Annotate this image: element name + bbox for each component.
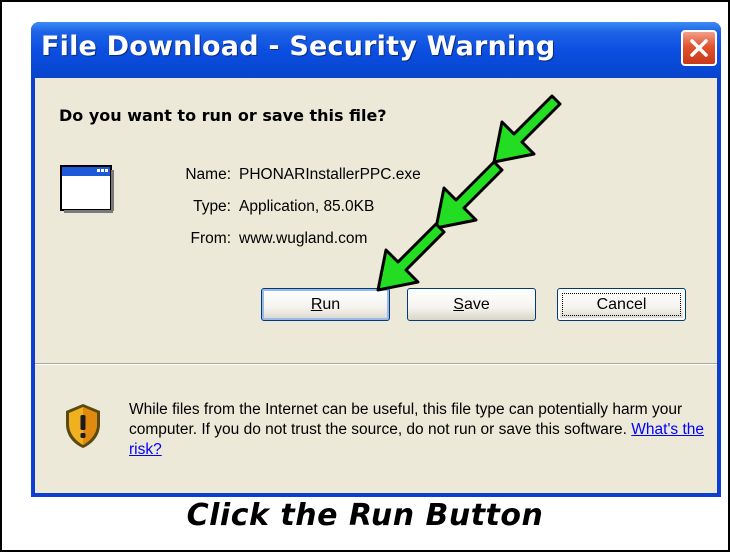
question-text: Do you want to run or save this file? — [59, 106, 387, 125]
caption-instruction: Click the Run Button — [186, 498, 544, 533]
from-value: www.wugland.com — [239, 230, 368, 247]
run-button[interactable]: Run — [261, 288, 390, 321]
close-icon — [690, 39, 708, 57]
close-button[interactable] — [681, 30, 717, 66]
green-arrow-icon — [376, 222, 446, 292]
title-bar[interactable]: File Download - Security Warning — [31, 22, 721, 78]
warning-message: While files from the Internet can be use… — [129, 401, 683, 438]
separator-light — [35, 364, 717, 365]
dialog-title: File Download - Security Warning — [41, 31, 556, 62]
save-accelerator: S — [453, 295, 464, 313]
save-label: ave — [463, 295, 490, 313]
run-accelerator: R — [310, 295, 323, 313]
type-label: Type: — [193, 198, 231, 215]
green-arrow-icon — [492, 94, 562, 164]
from-label: From: — [190, 230, 231, 247]
name-label: Name: — [185, 166, 231, 183]
name-value: PHONARInstallerPPC.exe — [239, 166, 421, 183]
type-value: Application, 85.0KB — [239, 198, 375, 215]
security-shield-icon — [66, 404, 100, 448]
cancel-button[interactable]: Cancel — [557, 288, 686, 321]
run-label: un — [322, 295, 341, 313]
focus-rectangle — [562, 293, 681, 316]
security-warning-text: While files from the Internet can be use… — [129, 400, 709, 460]
